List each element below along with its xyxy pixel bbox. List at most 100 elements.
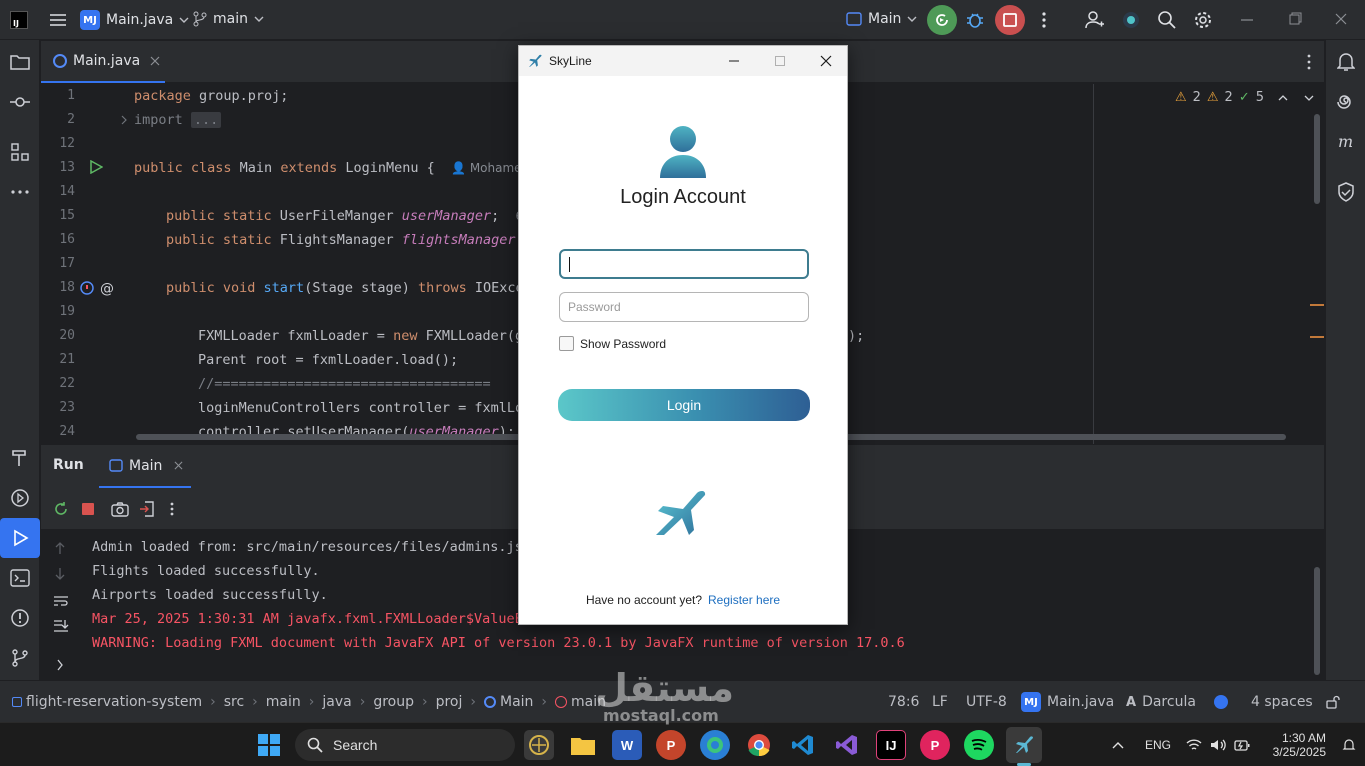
notifications-button[interactable] [1334, 50, 1358, 74]
username-input[interactable] [559, 249, 809, 279]
override-gutter-icon[interactable] [79, 280, 95, 296]
structure-tool-button[interactable] [8, 140, 32, 164]
close-tab-icon[interactable] [150, 56, 160, 66]
taskbar-pinterest[interactable]: P [920, 730, 950, 760]
intellij-logo[interactable]: IJ [10, 11, 28, 29]
project-selector[interactable]: MJ Main.java [80, 10, 189, 30]
inspection-widget[interactable]: ⚠ 2 ⚠ 2 ✓ 5 [1175, 90, 1314, 105]
more-tools-button[interactable] [8, 180, 32, 204]
settings-button[interactable] [1193, 10, 1213, 30]
rerun-button[interactable] [927, 5, 957, 35]
clock[interactable]: 1:30 AM 3/25/2025 [1266, 723, 1326, 766]
git-tool-button[interactable] [8, 646, 32, 670]
taskbar-intellij[interactable]: IJ [876, 730, 906, 760]
fold-chevron-icon[interactable] [120, 115, 128, 125]
taskbar-edge[interactable] [700, 730, 730, 760]
scroll-to-end-icon[interactable] [53, 619, 69, 633]
services-tool-button[interactable] [8, 486, 32, 510]
breadcrumb-java[interactable]: java [322, 694, 351, 710]
login-button[interactable]: Login [558, 389, 810, 421]
camera-icon[interactable] [111, 501, 129, 517]
tab-main-java[interactable]: Main.java [41, 41, 165, 83]
caret-position[interactable]: 78:6 [888, 681, 919, 723]
taskbar-chrome[interactable] [744, 730, 774, 760]
more-actions-button[interactable] [1036, 10, 1052, 30]
taskbar-skyline-app[interactable] [1006, 727, 1042, 763]
dialog-minimize-button[interactable] [711, 46, 757, 76]
ai-assistant-button[interactable] [1121, 10, 1141, 30]
project-tool-button[interactable] [8, 50, 32, 74]
problems-tool-button[interactable] [8, 606, 32, 630]
debug-button[interactable] [965, 10, 985, 30]
terminal-tool-button[interactable] [8, 566, 32, 590]
chevron-up-icon[interactable] [1278, 93, 1288, 103]
soft-wrap-icon[interactable] [53, 594, 69, 608]
language-indicator[interactable]: ENG [1145, 723, 1171, 766]
file-indicator[interactable]: MJ Main.java [1021, 681, 1114, 723]
run-tool-button[interactable] [0, 518, 40, 558]
main-menu-icon[interactable] [48, 10, 68, 30]
register-link[interactable]: Register here [708, 593, 780, 607]
show-password-row[interactable]: Show Password [559, 336, 666, 351]
tab-run-main[interactable]: Main [99, 445, 191, 488]
editor-vertical-scrollbar[interactable] [1314, 114, 1320, 204]
restore-window-button[interactable] [1288, 10, 1302, 30]
register-row: Have no account yet? Register here [519, 593, 847, 607]
taskbar-visual-studio[interactable] [832, 730, 862, 760]
show-password-checkbox[interactable] [559, 336, 574, 351]
taskbar-spotify[interactable] [964, 730, 994, 760]
dialog-maximize-button[interactable] [757, 46, 803, 76]
chevron-down-icon[interactable] [1304, 93, 1314, 103]
taskbar-file-explorer[interactable] [568, 730, 598, 760]
arrow-up-icon[interactable] [54, 541, 66, 555]
taskbar-word[interactable]: W [612, 730, 642, 760]
start-button[interactable] [258, 734, 280, 760]
commit-tool-button[interactable] [8, 90, 32, 114]
kebab-menu-icon[interactable] [169, 501, 175, 517]
build-tool-button[interactable] [8, 446, 32, 470]
file-encoding[interactable]: UTF-8 [966, 681, 1007, 723]
theme-indicator[interactable]: A Darcula [1126, 681, 1196, 723]
system-tray-icons[interactable] [1186, 723, 1250, 766]
breadcrumb-src[interactable]: src [224, 694, 244, 710]
taskbar-search[interactable]: Search [295, 729, 515, 761]
run-config-selector[interactable]: Main [846, 11, 917, 27]
exit-icon[interactable] [139, 501, 155, 517]
taskbar-vscode[interactable] [788, 730, 818, 760]
error-stripe-mark[interactable] [1310, 336, 1324, 338]
add-user-button[interactable] [1085, 10, 1105, 30]
minimize-window-button[interactable] [1240, 10, 1254, 30]
dialog-close-button[interactable] [803, 46, 849, 76]
stop-icon[interactable] [81, 502, 95, 516]
stop-button[interactable] [995, 5, 1025, 35]
read-only-toggle[interactable] [1326, 681, 1340, 723]
security-button[interactable] [1334, 180, 1358, 204]
ai-status-icon[interactable] [1214, 681, 1228, 723]
breadcrumb-group[interactable]: group [373, 694, 414, 710]
chevron-right-icon[interactable] [56, 659, 64, 671]
ai-chat-button[interactable] [1334, 90, 1358, 114]
branch-selector[interactable]: main [193, 11, 264, 27]
breadcrumb-project[interactable]: flight-reservation-system [26, 694, 202, 710]
console-scrollbar[interactable] [1314, 567, 1320, 675]
tray-overflow-button[interactable] [1112, 723, 1124, 766]
breadcrumb-class[interactable]: Main [500, 694, 533, 710]
dialog-titlebar[interactable]: SkyLine [519, 46, 847, 76]
taskbar-powerpoint[interactable]: P [656, 730, 686, 760]
line-separator[interactable]: LF [932, 681, 948, 723]
tab-actions-button[interactable] [1306, 53, 1312, 75]
password-input[interactable] [559, 292, 809, 322]
close-window-button[interactable] [1334, 10, 1348, 30]
taskbar-app-1[interactable] [524, 730, 554, 760]
search-everywhere-button[interactable] [1157, 10, 1177, 30]
arrow-down-icon[interactable] [54, 567, 66, 581]
error-stripe-mark[interactable] [1310, 304, 1324, 306]
rerun-icon[interactable] [53, 501, 69, 517]
breadcrumb-proj[interactable]: proj [436, 694, 463, 710]
breadcrumb-main[interactable]: main [266, 694, 301, 710]
close-tab-icon[interactable] [174, 461, 183, 470]
indent-setting[interactable]: 4 spaces [1251, 681, 1313, 723]
run-gutter-icon[interactable] [89, 160, 103, 174]
notification-center-button[interactable] [1342, 723, 1356, 766]
maven-button[interactable]: m [1334, 130, 1358, 154]
